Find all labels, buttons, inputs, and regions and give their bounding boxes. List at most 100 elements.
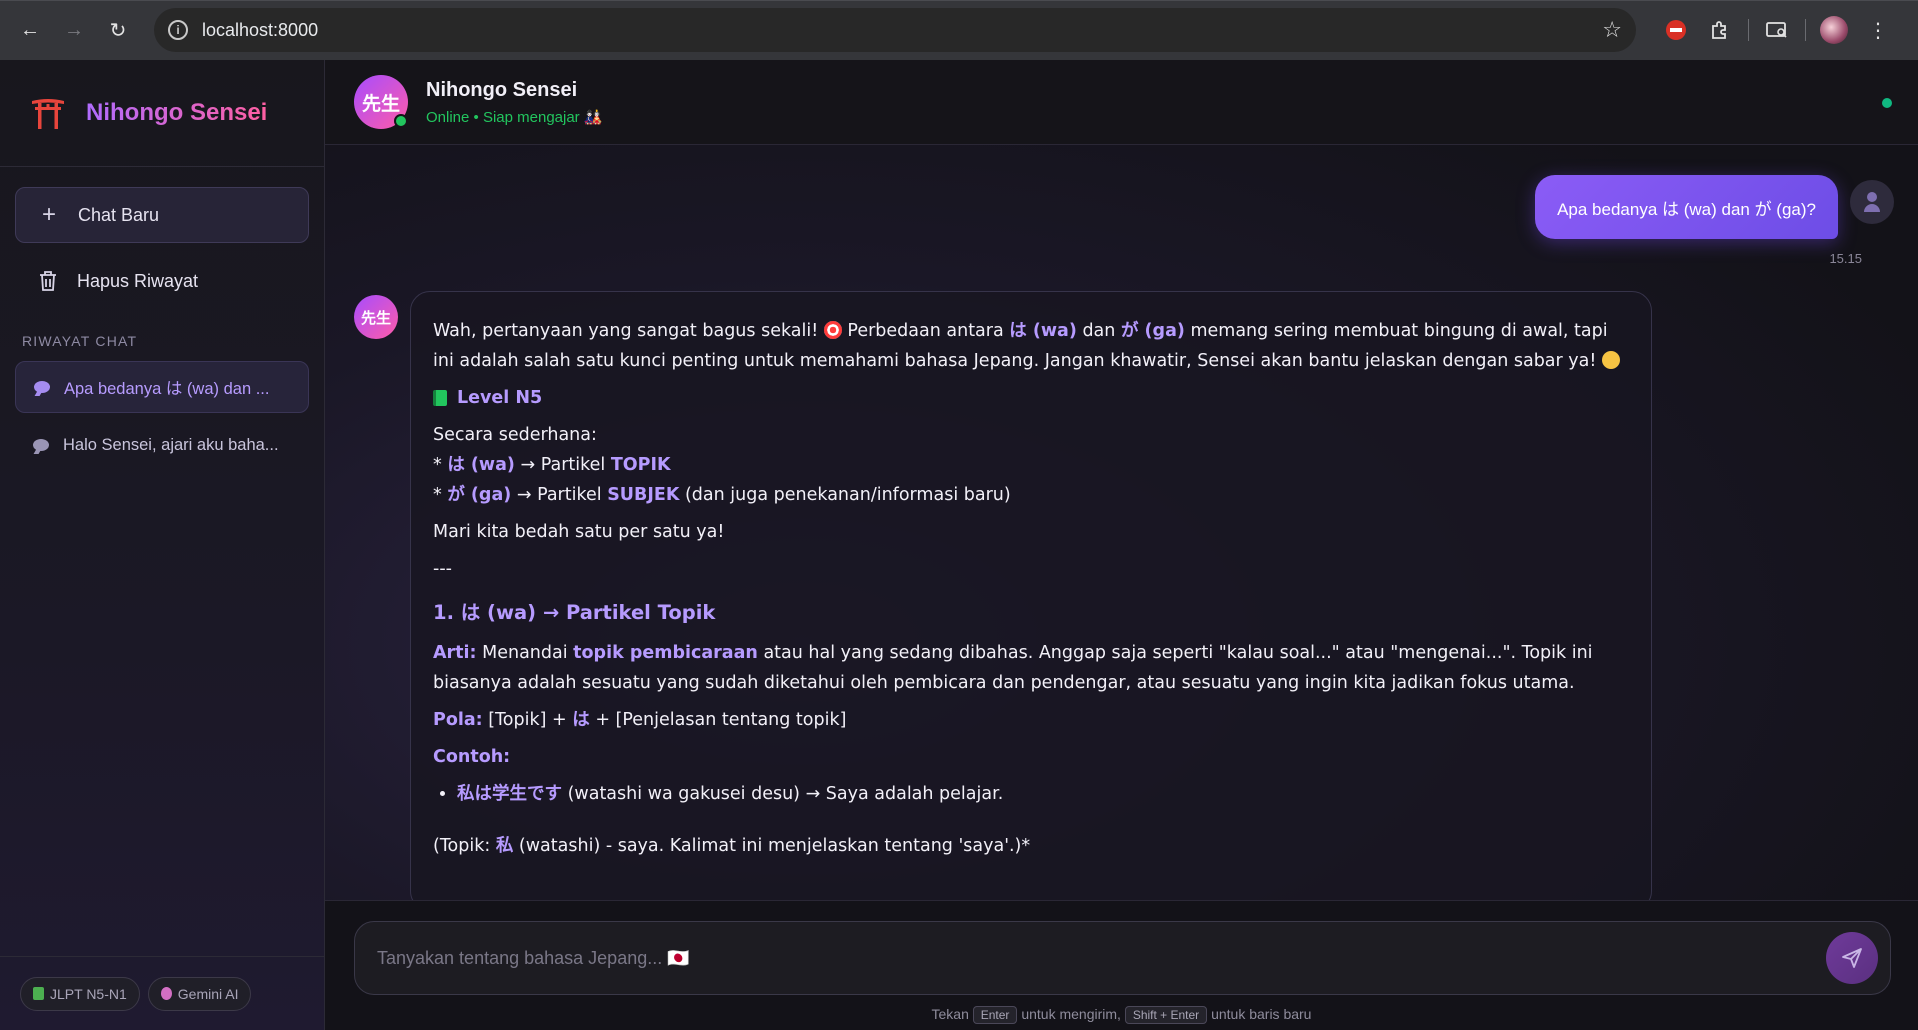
highlight-subjek: SUBJEK (607, 485, 680, 505)
smile-emoji-icon (1601, 351, 1620, 369)
back-icon[interactable]: ← (12, 12, 48, 48)
message-list[interactable]: Apa bedanya は (wa) dan が (ga)? 15.15 先生 … (325, 145, 1918, 900)
connection-dot (1882, 98, 1892, 108)
jlpt-badge: JLPT N5-N1 (20, 976, 140, 1011)
pola-paragraph: Pola: [Topik] + は + [Penjelasan tentang … (433, 705, 1629, 735)
composer: Tekan Enter untuk mengirim, Shift + Ente… (325, 900, 1918, 1030)
history-item-label: Halo Sensei, ajari aku baha... (63, 435, 279, 454)
gemini-badge-label: Gemini AI (177, 985, 239, 1002)
history-section-label: RIWAYAT CHAT (22, 333, 138, 349)
example-translation: (watashi wa gakusei desu) → Saya adalah … (567, 784, 1004, 804)
forward-icon[interactable]: → (56, 12, 92, 48)
summary-line-wa: * は (wa) → Partikel TOPIK (433, 450, 1629, 480)
arti-text: Menandai (482, 643, 568, 663)
hint-text: Tekan (931, 1006, 969, 1022)
message-input-box[interactable] (354, 921, 1891, 995)
menu-kebab-icon[interactable]: ⋮ (1856, 12, 1900, 48)
highlight-wa: は (wa) (1009, 321, 1077, 341)
torii-icon (32, 99, 64, 129)
user-avatar (1850, 180, 1894, 224)
enter-key: Enter (972, 1006, 1018, 1024)
highlight-ga: が (ga) (1120, 321, 1185, 341)
summary-block: Secara sederhana: * は (wa) → Partikel TO… (433, 420, 1629, 510)
extensions-puzzle-icon[interactable] (1698, 12, 1742, 48)
chat-bubble-icon (33, 439, 49, 451)
robot-icon (160, 987, 172, 1000)
history-item-label: Apa bedanya は (wa) dan ... (64, 380, 270, 398)
arti-paragraph: Arti: Menandai topik pembicaraan atau ha… (433, 638, 1629, 698)
highlight-topik: TOPIK (610, 455, 671, 475)
level-tag: Level N5 (433, 383, 1629, 413)
bookmark-star-icon[interactable]: ☆ (1602, 17, 1622, 43)
intro-text: Perbedaan antara (847, 321, 1004, 341)
chat-bubble-icon (34, 381, 50, 393)
intro-paragraph: Wah, pertanyaan yang sangat bagus sekali… (433, 316, 1629, 376)
highlight-watashi: 私 (495, 836, 514, 856)
plus-icon: + (41, 201, 56, 228)
book-icon (33, 987, 44, 1000)
target-emoji-icon (823, 321, 842, 339)
highlight-wa-kana: は (572, 710, 590, 730)
history-item[interactable]: Apa bedanya は (wa) dan ... (15, 361, 309, 413)
url-text[interactable]: localhost:8000 (202, 20, 1602, 41)
arti-label: Arti: (433, 643, 477, 663)
chat-status: Online • Siap mengajar 🎎 (426, 108, 603, 126)
user-message-bubble: Apa bedanya は (wa) dan が (ga)? (1535, 175, 1838, 239)
example-japanese: 私は学生です (457, 784, 562, 804)
send-icon (1842, 948, 1862, 968)
pola-label: Pola: (433, 710, 483, 730)
chat-header: 先生 Nihongo Sensei Online • Siap mengajar… (325, 60, 1918, 145)
pola-text: + [Penjelasan tentang topik] (595, 710, 847, 730)
address-bar[interactable]: i localhost:8000 ☆ (154, 8, 1636, 52)
summary-line-ga: * が (ga) → Partikel SUBJEK (dan juga pen… (433, 480, 1629, 510)
chat-main: 先生 Nihongo Sensei Online • Siap mengajar… (325, 60, 1918, 1030)
green-book-icon (433, 390, 447, 406)
adblock-extension-icon[interactable] (1654, 12, 1698, 48)
summary-text: → Partikel (520, 455, 606, 475)
browser-toolbar: ← → ↻ i localhost:8000 ☆ ⋮ (0, 0, 1918, 60)
reload-icon[interactable]: ↻ (100, 12, 136, 48)
hint-text: untuk baris baru (1211, 1006, 1312, 1022)
divider-text: --- (433, 559, 452, 579)
example-item: 私は学生です (watashi wa gakusei desu) → Saya … (457, 779, 1629, 809)
bot-message-bubble: Wah, pertanyaan yang sangat bagus sekali… (410, 291, 1652, 900)
level-label: Level N5 (457, 388, 543, 408)
send-button[interactable] (1826, 932, 1878, 984)
profile-avatar[interactable] (1812, 12, 1856, 48)
sensei-avatar: 先生 (354, 75, 408, 129)
site-info-icon[interactable]: i (168, 20, 188, 40)
chat-title: Nihongo Sensei (426, 78, 578, 101)
clear-history-button[interactable]: Hapus Riwayat (15, 253, 309, 309)
user-message: Apa bedanya は (wa) dan が (ga)? (1535, 175, 1838, 239)
intro-text: Wah, pertanyaan yang sangat bagus sekali… (433, 321, 819, 341)
sidebar: Nihongo Sensei + Chat Baru Hapus Riwayat… (0, 60, 325, 1030)
new-chat-label: Chat Baru (78, 204, 160, 225)
message-time: 15.15 (1829, 251, 1862, 266)
summary-text: → Partikel (516, 485, 602, 505)
jlpt-badge-label: JLPT N5-N1 (50, 985, 127, 1002)
example-list: 私は学生です (watashi wa gakusei desu) → Saya … (433, 779, 1629, 809)
note-paragraph: (Topik: 私 (watashi) - saya. Kalimat ini … (433, 831, 1629, 861)
contoh-label: Contoh: (433, 747, 511, 767)
pola-text: [Topik] + (488, 710, 567, 730)
highlight-topik-pembicaraan: topik pembicaraan (573, 643, 758, 663)
online-indicator (394, 114, 408, 128)
brand-name: Nihongo Sensei (86, 99, 268, 126)
bullet-mark: * (433, 455, 442, 475)
note-text: (Topik: (433, 836, 491, 856)
new-chat-button[interactable]: + Chat Baru (15, 187, 309, 243)
summary-heading: Secara sederhana: (433, 425, 597, 445)
intro-text: dan (1082, 321, 1116, 341)
trash-icon (37, 270, 59, 292)
message-input[interactable] (377, 947, 1826, 969)
cast-search-icon[interactable] (1755, 12, 1799, 48)
hint-text: untuk mengirim, (1021, 1006, 1121, 1022)
gemini-badge: Gemini AI (147, 976, 252, 1011)
history-item[interactable]: Halo Sensei, ajari aku baha... (15, 419, 309, 471)
note-text: (watashi) - saya. Kalimat ini menjelaska… (518, 836, 1031, 856)
brand: Nihongo Sensei (0, 60, 324, 167)
clear-history-label: Hapus Riwayat (77, 270, 199, 291)
keyboard-hint: Tekan Enter untuk mengirim, Shift + Ente… (325, 1006, 1918, 1024)
shift-enter-key: Shift + Enter (1124, 1006, 1208, 1024)
highlight-ga: が (ga) (447, 485, 512, 505)
